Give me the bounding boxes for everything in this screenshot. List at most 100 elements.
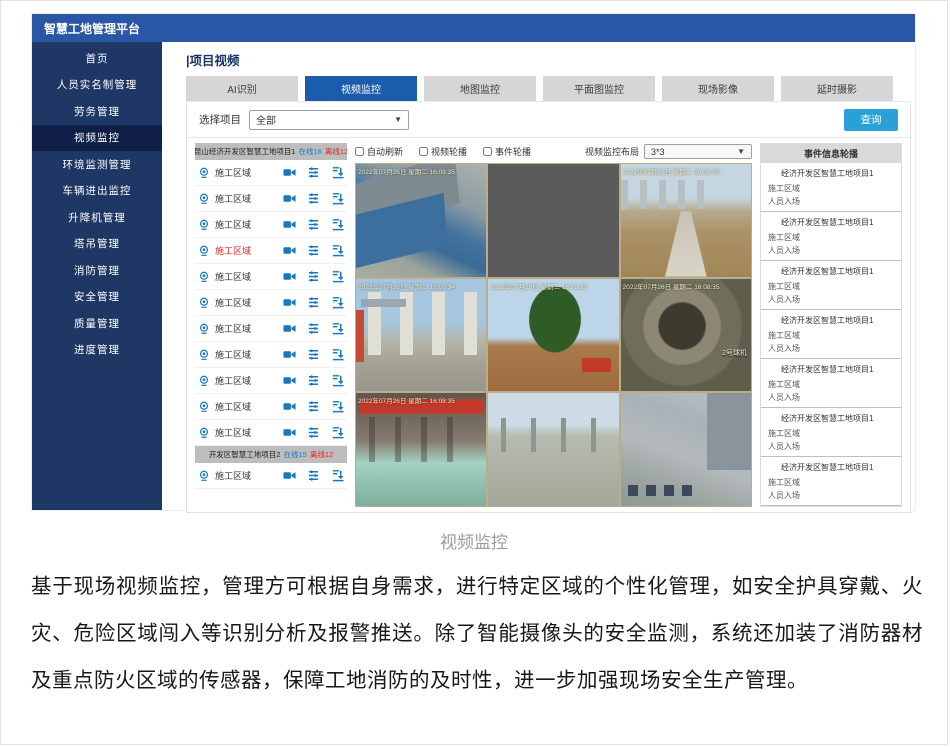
sidebar-item-vehicle[interactable]: 车辆进出监控 [32, 178, 162, 205]
event-carousel-option[interactable]: 事件轮播 [483, 145, 531, 158]
auto-refresh-option[interactable]: 自动刷新 [355, 145, 403, 158]
videocam-icon[interactable] [283, 426, 296, 439]
videocam-icon[interactable] [283, 469, 296, 482]
playlist-icon[interactable] [307, 400, 320, 413]
sidebar-item-safety[interactable]: 安全管理 [32, 284, 162, 311]
videocam-icon[interactable] [283, 348, 296, 361]
playlist-icon[interactable] [307, 469, 320, 482]
camera-row[interactable]: 施工区域 [195, 212, 347, 238]
camera-row[interactable]: 施工区域 [195, 394, 347, 420]
videocam-icon[interactable] [283, 322, 296, 335]
download-icon[interactable] [331, 348, 344, 361]
camera-group-title: 开发区智慧工地项目2 [209, 449, 281, 460]
camera-row[interactable]: 施工区域 [195, 186, 347, 212]
video-cell-offline[interactable] [488, 164, 618, 277]
download-icon[interactable] [331, 244, 344, 257]
project-select-value: 全部 [256, 112, 276, 127]
video-cell-street[interactable] [621, 393, 751, 506]
videocam-icon[interactable] [283, 192, 296, 205]
camera-row[interactable]: 施工区域 [195, 463, 347, 489]
download-icon[interactable] [331, 218, 344, 231]
download-icon[interactable] [331, 166, 344, 179]
screenshot-caption: 视频监控 [1, 528, 947, 553]
videocam-icon[interactable] [283, 296, 296, 309]
camera-row-actions [283, 192, 344, 205]
video-cell-factory-crane[interactable]: 2022年07月26日 星期二 16:08:35 [356, 393, 486, 506]
video-cell-gantry-crane[interactable]: 2022年07月26日 星期二 16:08:34 [356, 279, 486, 392]
sidebar-item-elevator[interactable]: 升降机管理 [32, 204, 162, 231]
sidebar-item-home[interactable]: 首页 [32, 45, 162, 72]
playlist-icon[interactable] [307, 192, 320, 205]
camera-row-actions [283, 469, 344, 482]
camera-row[interactable]: 施工区域 [195, 342, 347, 368]
video-cell-yard[interactable] [488, 393, 618, 506]
video-carousel-checkbox[interactable] [419, 147, 428, 156]
tab-site-images[interactable]: 现场影像 [662, 76, 774, 101]
camera-row-offline[interactable]: 施工区域 [195, 238, 347, 264]
webcam-icon [198, 167, 210, 179]
download-icon[interactable] [331, 426, 344, 439]
video-cell-road-piers[interactable]: 2022年07月26日 星期二 16:08:35 [621, 164, 751, 277]
tab-floorplan-monitor[interactable]: 平面图监控 [543, 76, 655, 101]
search-button[interactable]: 查询 [844, 109, 898, 131]
tab-timelapse[interactable]: 延时摄影 [781, 76, 893, 101]
camera-row[interactable]: 施工区域 [195, 316, 347, 342]
camera-row[interactable]: 施工区域 [195, 160, 347, 186]
download-icon[interactable] [331, 400, 344, 413]
event-item[interactable]: 经济开发区智慧工地项目1 施工区域 人员入场 [761, 457, 901, 506]
sidebar-item-quality[interactable]: 质量管理 [32, 310, 162, 337]
download-icon[interactable] [331, 296, 344, 309]
playlist-icon[interactable] [307, 218, 320, 231]
videocam-icon[interactable] [283, 244, 296, 257]
download-icon[interactable] [331, 469, 344, 482]
playlist-icon[interactable] [307, 244, 320, 257]
tab-ai-recognition[interactable]: AI识别 [186, 76, 298, 101]
sidebar-item-tower-crane[interactable]: 塔吊管理 [32, 231, 162, 258]
auto-refresh-checkbox[interactable] [355, 147, 364, 156]
playlist-icon[interactable] [307, 166, 320, 179]
sidebar-item-personnel[interactable]: 人员实名制管理 [32, 72, 162, 99]
tab-map-monitor[interactable]: 地图监控 [424, 76, 536, 101]
video-cell-tree-excavator[interactable]: 2022年07月26日 星期二 16:08:35 [488, 279, 618, 392]
download-icon[interactable] [331, 374, 344, 387]
event-item[interactable]: 经济开发区智慧工地项目1 施工区域 人员入场 [761, 163, 901, 212]
event-item[interactable]: 经济开发区智慧工地项目1 施工区域 人员入场 [761, 310, 901, 359]
playlist-icon[interactable] [307, 348, 320, 361]
sidebar-item-video-monitor[interactable]: 视频监控 [32, 125, 162, 152]
tab-video-monitor[interactable]: 视频监控 [305, 76, 417, 101]
videocam-icon[interactable] [283, 166, 296, 179]
sidebar-item-progress[interactable]: 进度管理 [32, 337, 162, 364]
sidebar-item-labor[interactable]: 劳务管理 [32, 98, 162, 125]
camera-row[interactable]: 施工区域 [195, 290, 347, 316]
videocam-icon[interactable] [283, 400, 296, 413]
playlist-icon[interactable] [307, 426, 320, 439]
camera-row-label: 施工区域 [215, 296, 257, 309]
download-icon[interactable] [331, 270, 344, 283]
download-icon[interactable] [331, 322, 344, 335]
camera-row[interactable]: 施工区域 [195, 420, 347, 446]
camera-row[interactable]: 施工区域 [195, 264, 347, 290]
app-header: 智慧工地管理平台 [32, 14, 915, 42]
playlist-icon[interactable] [307, 374, 320, 387]
camera-row[interactable]: 施工区域 [195, 368, 347, 394]
video-cell-container-site[interactable]: 2022年07月26日 星期二 16:08:35 [356, 164, 486, 277]
event-item[interactable]: 经济开发区智慧工地项目1 施工区域 人员入场 [761, 408, 901, 457]
video-cell-shaft[interactable]: 2022年07月26日 星期二 16:08:35 2号球机 [621, 279, 751, 392]
videocam-icon[interactable] [283, 270, 296, 283]
sidebar-item-fire[interactable]: 消防管理 [32, 257, 162, 284]
videocam-icon[interactable] [283, 374, 296, 387]
layout-select[interactable]: 3*3 ▼ [644, 144, 752, 159]
download-icon[interactable] [331, 192, 344, 205]
project-select[interactable]: 全部 ▼ [249, 110, 409, 130]
video-carousel-option[interactable]: 视频轮播 [419, 145, 467, 158]
event-item[interactable]: 经济开发区智慧工地项目1 施工区域 人员入场 [761, 261, 901, 310]
camera-row-label: 施工区域 [215, 244, 257, 257]
playlist-icon[interactable] [307, 296, 320, 309]
event-carousel-checkbox[interactable] [483, 147, 492, 156]
playlist-icon[interactable] [307, 270, 320, 283]
sidebar-item-environment[interactable]: 环境监测管理 [32, 151, 162, 178]
videocam-icon[interactable] [283, 218, 296, 231]
event-item[interactable]: 经济开发区智慧工地项目1 施工区域 人员入场 [761, 359, 901, 408]
playlist-icon[interactable] [307, 322, 320, 335]
event-item[interactable]: 经济开发区智慧工地项目1 施工区域 人员入场 [761, 212, 901, 261]
